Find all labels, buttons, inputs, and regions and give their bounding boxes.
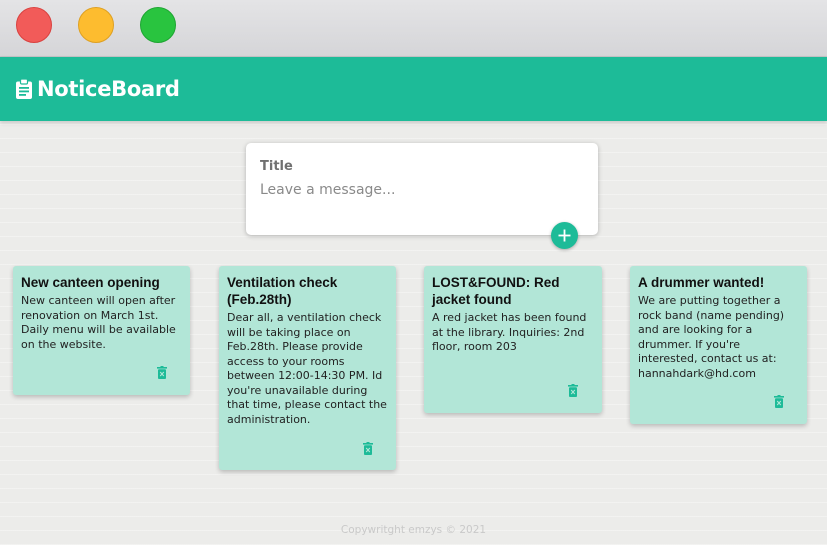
close-window-button[interactable] [16,7,52,43]
note-title: Ventilation check (Feb.28th) [227,275,338,307]
note-title: New canteen opening [21,275,160,290]
plus-icon [558,229,571,242]
trash-icon[interactable] [774,395,784,408]
trash-icon[interactable] [157,366,167,379]
note-card: New canteen opening New canteen will ope… [13,266,190,395]
note-composer: Title Leave a message... [246,143,598,235]
footer-copyright: Copywritght emzys © 2021 [340,524,487,536]
note-body: A red jacket has been found at the libra… [432,311,587,353]
note-card: LOST&FOUND: Red jacket found A red jacke… [424,266,602,413]
note-body: Dear all, a ventilation check will be ta… [227,311,387,426]
clipboard-icon [16,79,32,99]
brand-name: NoticeBoard [37,77,180,101]
note-body: New canteen will open after renovation o… [21,294,176,351]
note-title: LOST&FOUND: Red jacket found [432,275,560,307]
trash-icon[interactable] [568,384,578,397]
message-input[interactable]: Leave a message... [260,182,395,198]
brand[interactable]: NoticeBoard [16,74,180,104]
minimize-window-button[interactable] [78,7,114,43]
note-card: A drummer wanted! We are putting togethe… [630,266,807,424]
app-header: NoticeBoard [0,57,827,121]
note-card: Ventilation check (Feb.28th) Dear all, a… [219,266,396,470]
window-titlebar [0,0,827,57]
maximize-window-button[interactable] [140,7,176,43]
add-note-button[interactable] [551,222,578,249]
note-body: We are putting together a rock band (nam… [638,294,785,380]
trash-icon[interactable] [363,442,373,455]
title-input[interactable]: Title [260,159,293,174]
note-title: A drummer wanted! [638,275,765,290]
